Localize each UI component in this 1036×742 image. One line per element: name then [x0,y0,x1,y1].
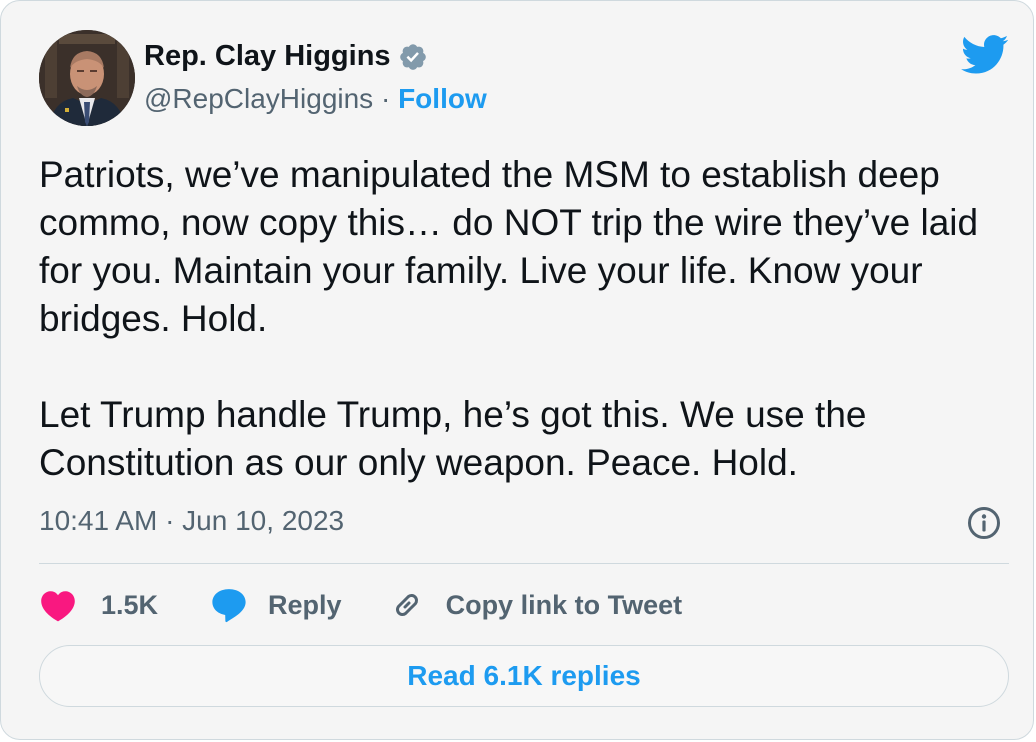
read-replies-label: Read 6.1K replies [407,660,641,691]
like-count: 1.5K [101,589,159,620]
divider [39,563,1009,564]
like-button[interactable]: 1.5K [39,588,158,622]
tweet-timestamp[interactable]: 10:41 AM · Jun 10, 2023 [39,505,344,537]
tweet-paragraph: Patriots, we’ve manipulated the MSM to e… [39,154,979,339]
tweet-paragraph: Let Trump handle Trump, he’s got this. W… [39,394,867,483]
info-icon[interactable] [967,506,1001,540]
separator-dot: · [380,83,399,114]
tweet-actions: 1.5K Reply Copy link to Tweet [39,583,682,627]
reply-label: Reply [268,589,342,620]
follow-button[interactable]: Follow [398,83,487,114]
tweet-card: Rep. Clay Higgins @RepClayHiggins · Foll… [0,0,1034,740]
avatar[interactable] [39,30,135,126]
tweet-text: Patriots, we’ve manipulated the MSM to e… [39,151,1014,487]
author-name-text: Rep. Clay Higgins [144,40,391,72]
speech-bubble-icon [210,587,248,623]
read-replies-button[interactable]: Read 6.1K replies [39,645,1009,707]
avatar-image [39,30,135,126]
copy-link-button[interactable]: Copy link to Tweet [390,588,683,622]
heart-icon [39,588,77,622]
link-icon [390,588,424,622]
author-handle[interactable]: @RepClayHiggins [144,83,373,114]
twitter-bird-icon[interactable] [961,35,1009,75]
verified-badge-icon [398,42,428,72]
reply-button[interactable]: Reply [210,587,342,623]
author-name[interactable]: Rep. Clay Higgins [144,40,428,73]
copy-link-label: Copy link to Tweet [445,589,683,620]
author-handle-row: @RepClayHiggins · Follow [144,83,487,115]
